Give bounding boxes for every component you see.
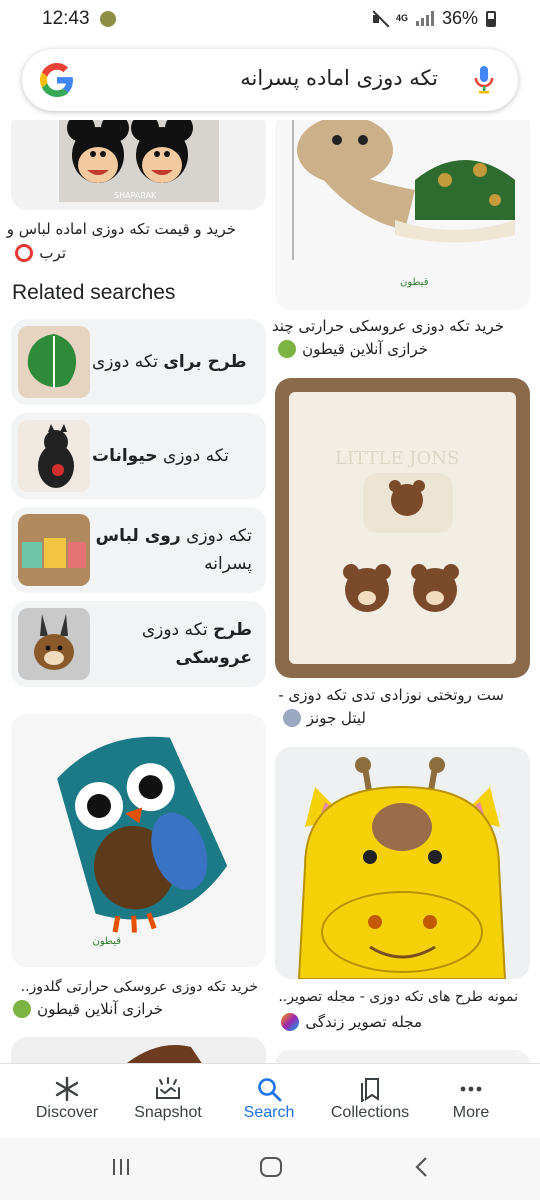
result-image-mickey[interactable]: SHAPARAK [11, 120, 266, 210]
bunny-patch-thumbnail [18, 608, 90, 680]
related-search-item[interactable]: طرح تکه دوزی عروسکی [11, 601, 266, 687]
back-icon[interactable] [414, 1156, 430, 1178]
status-bar: 12:43 4G 36% [0, 0, 540, 40]
microphone-icon[interactable] [472, 64, 496, 96]
related-search-label: طرح برای تکه دوزی [92, 352, 247, 372]
svg-text:قیطون: قیطون [400, 277, 429, 288]
result-caption[interactable]: خرید و قیمت تکه دوزی اماده لباس و [0, 216, 236, 242]
result-source[interactable]: خرازی آنلاین قیطون [278, 340, 428, 358]
battery-percent: 36% [441, 8, 478, 28]
nav-snapshot[interactable]: Snapshot [118, 1074, 218, 1122]
nav-label: Search [243, 1104, 295, 1121]
google-logo-icon [40, 63, 73, 97]
mickey-patch-image: SHAPARAK [59, 120, 219, 202]
nav-collections[interactable]: Collections [320, 1074, 420, 1122]
source-name: مجله تصویر زندگی [305, 1013, 422, 1031]
leaf-patch-thumbnail [18, 326, 90, 398]
turtle-patch-image: قیطون [292, 120, 515, 288]
caption-line: نمونه طرح های تکه دوزی - مجله تصویر.. [278, 989, 518, 1005]
caption-line: خرید و قیمت تکه دوزی اماده لباس و [6, 220, 236, 238]
svg-text:قیطون: قیطون [92, 936, 121, 947]
result-source[interactable]: ترب [15, 244, 66, 262]
qeytoon-favicon-icon [278, 340, 297, 358]
system-navigation-bar [0, 1138, 540, 1200]
bottom-navigation: Discover Snapshot Search Collections Mor… [0, 1063, 540, 1138]
related-search-label: طرح تکه دوزی عروسکی [141, 620, 252, 668]
asterisk-icon [55, 1076, 79, 1102]
cat-patch-thumbnail [18, 420, 90, 492]
svg-text:SHAPARAK: SHAPARAK [114, 191, 157, 200]
signal-icon [415, 11, 434, 26]
nav-discover[interactable]: Discover [17, 1074, 117, 1122]
giraffe-patch-image [297, 757, 507, 979]
status-right: 4G 36% [372, 8, 496, 29]
app-notification-icon [100, 11, 116, 27]
result-image-bedding[interactable]: LITTLE JONS [275, 378, 530, 678]
result-image-partial[interactable] [11, 1037, 266, 1065]
globe-favicon-icon [282, 709, 301, 727]
network-type: 4G [395, 13, 408, 23]
result-image-turtle[interactable]: قیطون [275, 120, 530, 310]
source-name: خرازی آنلاین قیطون [302, 340, 428, 358]
source-name: لیتل جونز [306, 709, 366, 727]
related-search-item[interactable]: طرح برای تکه دوزی [11, 319, 266, 405]
nav-more[interactable]: More [421, 1074, 521, 1122]
related-search-item[interactable]: تکه دوزی حیوانات [11, 413, 266, 499]
bedding-image: LITTLE JONS [289, 392, 516, 664]
result-source[interactable]: خرازی آنلاین قیطون [13, 1000, 163, 1018]
caption-line: خرید تکه دوزی عروسکی حرارتی چند [272, 317, 504, 335]
results-grid[interactable]: SHAPARAK خرید و قیمت تکه دوزی اماده لباس… [0, 120, 540, 1065]
collections-icon [361, 1078, 379, 1102]
result-caption[interactable]: خرید تکه دوزی عروسکی حرارتی گلدوز.. [3, 974, 258, 1000]
nav-label: More [452, 1104, 490, 1121]
result-caption[interactable]: نمونه طرح های تکه دوزی - مجله تصویر.. [253, 984, 518, 1010]
source-name: ترب [39, 244, 66, 262]
result-caption[interactable]: خرید تکه دوزی عروسکی حرارتی چند [249, 313, 504, 339]
nav-search[interactable]: Search [219, 1074, 319, 1122]
more-dots-icon [460, 1086, 482, 1092]
result-image-owl[interactable]: قیطون [11, 714, 266, 967]
source-name: خرازی آنلاین قیطون [37, 1000, 163, 1018]
status-time: 12:43 [42, 8, 90, 29]
owl-patch-image: قیطون [57, 736, 228, 947]
related-searches-title: Related searches [12, 281, 176, 304]
recent-apps-icon[interactable] [110, 1156, 132, 1178]
result-source[interactable]: مجله تصویر زندگی [281, 1013, 422, 1031]
qeytoon-favicon-icon [13, 1000, 32, 1018]
kids-clothes-thumbnail [18, 514, 90, 586]
caption-line: ست روتختی نوزادی تدی تکه دوزی - [278, 686, 504, 704]
snapshot-icon [156, 1077, 180, 1099]
svg-text:LITTLE JONS: LITTLE JONS [335, 448, 459, 469]
result-caption[interactable]: ست روتختی نوزادی تدی تکه دوزی - [249, 682, 504, 708]
related-search-label: تکه دوزی حیوانات [92, 446, 229, 466]
related-search-item[interactable]: تکه دوزی روی لباس پسرانه [11, 507, 266, 593]
torob-favicon-icon [15, 244, 34, 262]
search-bar[interactable]: تکه دوزی اماده پسرانه [22, 49, 518, 111]
caption-line: خرید تکه دوزی عروسکی حرارتی گلدوز.. [20, 979, 258, 995]
search-input[interactable]: تکه دوزی اماده پسرانه [240, 66, 438, 90]
result-image-giraffe[interactable] [275, 747, 530, 979]
mute-icon [372, 11, 388, 27]
result-source[interactable]: لیتل جونز [282, 709, 366, 727]
battery-icon [486, 10, 496, 27]
nav-label: Discover [35, 1104, 99, 1121]
nav-label: Snapshot [134, 1104, 202, 1121]
related-search-label: تکه دوزی روی لباس پسرانه [95, 526, 252, 574]
zendegi-favicon-icon [281, 1013, 300, 1031]
search-icon [258, 1078, 282, 1102]
nav-label: Collections [330, 1104, 410, 1121]
home-icon[interactable] [259, 1156, 283, 1178]
